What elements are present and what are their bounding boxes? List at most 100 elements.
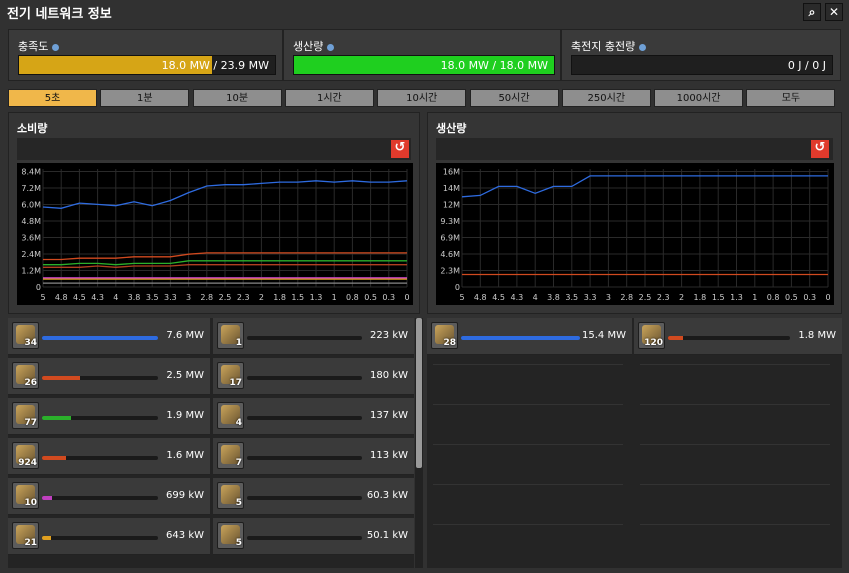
search-icon[interactable]: ⌕	[803, 3, 821, 21]
time-range-button[interactable]: 1분	[100, 89, 190, 107]
y-tick-label: 2.4M	[21, 250, 41, 259]
x-tick-label: 4.3	[511, 293, 524, 302]
time-range-button[interactable]: 250시간	[561, 89, 651, 107]
power-value: 699 kW	[166, 490, 204, 501]
list-item[interactable]: 10 699 kW	[8, 478, 210, 515]
entity-count: 4	[235, 418, 242, 428]
power-value: 223 kW	[370, 330, 408, 341]
x-tick-label: 5	[459, 293, 464, 302]
empty-slot	[433, 404, 623, 405]
list-item[interactable]: 26 2.5 MW	[8, 358, 210, 395]
y-tick-label: 4.6M	[440, 250, 460, 259]
entity-count: 28	[443, 338, 456, 348]
lamp-icon: 5	[217, 482, 244, 509]
entity-count: 1	[235, 338, 242, 348]
scrollbar-thumb[interactable]	[416, 318, 422, 468]
list-item[interactable]: 5 60.3 kW	[213, 478, 414, 515]
list-item[interactable]: 28 15.4 MW	[427, 318, 632, 355]
x-tick-label: 1	[332, 293, 337, 302]
list-item[interactable]: 77 1.9 MW	[8, 398, 210, 435]
time-range-button[interactable]: 5초	[8, 89, 97, 107]
power-value: 7.6 MW	[166, 330, 204, 341]
chart-background	[436, 163, 834, 305]
entity-count: 5	[235, 538, 242, 548]
x-tick-label: 3	[186, 293, 191, 302]
y-tick-label: 1.2M	[21, 266, 41, 275]
title-bar: 전기 네트워크 정보 ⌕ ✕	[0, 0, 849, 24]
time-range-button[interactable]: 10분	[192, 89, 282, 107]
list-item[interactable]: 120 1.8 MW	[634, 318, 842, 355]
list-item[interactable]: 4 137 kW	[213, 398, 414, 435]
y-tick-label: 3.6M	[21, 233, 41, 242]
x-tick-label: 1.3	[730, 293, 743, 302]
entity-count: 924	[18, 458, 37, 468]
x-tick-label: 1.5	[291, 293, 304, 302]
y-tick-label: 8.4M	[21, 167, 41, 176]
power-bar-fill	[42, 536, 52, 540]
empty-slot	[640, 404, 830, 405]
x-tick-label: 1.5	[712, 293, 725, 302]
info-icon[interactable]	[639, 43, 647, 51]
producer-list[interactable]: 28 15.4 MW 120 1.8 MW	[427, 318, 842, 568]
power-value: 2.5 MW	[166, 370, 204, 381]
radar-icon: 5	[217, 522, 244, 549]
time-range-button[interactable]: 50시간	[469, 89, 559, 107]
y-tick-label: 6.9M	[440, 233, 460, 242]
close-icon[interactable]: ✕	[825, 3, 843, 21]
power-value: 113 kW	[370, 450, 408, 461]
x-tick-label: 2.8	[200, 293, 213, 302]
x-tick-label: 2.8	[620, 293, 633, 302]
x-tick-label: 2.3	[657, 293, 670, 302]
list-item[interactable]: 17 180 kW	[213, 358, 414, 395]
x-tick-label: 4.8	[474, 293, 487, 302]
assembler-icon: 34	[12, 322, 39, 349]
list-item[interactable]: 1 223 kW	[213, 318, 414, 355]
entity-count: 5	[235, 498, 242, 508]
power-value: 1.8 MW	[798, 330, 836, 341]
satisfaction-panel: 충족도 18.0 MW / 23.9 MW	[8, 29, 283, 81]
y-tick-label: 6.0M	[21, 200, 41, 209]
x-tick-label: 0	[825, 293, 830, 302]
accumulator-value: 0 J / 0 J	[787, 59, 826, 72]
x-tick-label: 0.5	[785, 293, 798, 302]
consumer-list[interactable]: 34 7.6 MW 1 223 kW 26 2.5 MW 17 180 kW 77 1.9 MW 4…	[8, 318, 414, 568]
power-value: 50.1 kW	[366, 530, 408, 541]
power-value: 180 kW	[370, 370, 408, 381]
reset-icon[interactable]: ↺	[811, 140, 829, 158]
consumer-list-scrollbar[interactable]	[415, 318, 423, 568]
x-tick-label: 0.3	[803, 293, 816, 302]
power-bar-fill	[668, 336, 683, 340]
empty-slot	[640, 444, 830, 445]
inserter-icon: 924	[12, 442, 39, 469]
time-range-button[interactable]: 1시간	[284, 89, 374, 107]
lab-icon: 77	[12, 402, 39, 429]
list-item[interactable]: 5 50.1 kW	[213, 518, 414, 555]
empty-slot	[433, 364, 623, 365]
list-item[interactable]: 21 643 kW	[8, 518, 210, 555]
power-bar-fill	[42, 376, 81, 380]
y-tick-label: 0	[455, 283, 460, 292]
x-tick-label: 1	[752, 293, 757, 302]
time-range-button[interactable]: 모두	[746, 89, 836, 107]
list-item[interactable]: 7 113 kW	[213, 438, 414, 475]
list-item[interactable]: 924 1.6 MW	[8, 438, 210, 475]
power-value: 137 kW	[370, 410, 408, 421]
reset-icon[interactable]: ↺	[391, 140, 409, 158]
inserter-icon: 17	[217, 362, 244, 389]
power-value: 643 kW	[166, 530, 204, 541]
y-tick-label: 14M	[443, 184, 460, 193]
info-icon[interactable]	[52, 43, 60, 51]
x-tick-label: 0.5	[364, 293, 377, 302]
time-range-button[interactable]: 10시간	[377, 89, 467, 107]
x-tick-label: 2	[259, 293, 264, 302]
y-tick-label: 4.8M	[21, 217, 41, 226]
generation-legend	[436, 138, 833, 160]
power-bar-fill	[42, 496, 53, 500]
list-item[interactable]: 34 7.6 MW	[8, 318, 210, 355]
x-tick-label: 3.3	[164, 293, 177, 302]
time-range-button[interactable]: 1000시간	[654, 89, 744, 107]
empty-slot	[640, 524, 830, 525]
solar-panel-icon: 120	[638, 322, 665, 349]
x-tick-label: 3.5	[565, 293, 578, 302]
info-icon[interactable]	[327, 43, 335, 51]
